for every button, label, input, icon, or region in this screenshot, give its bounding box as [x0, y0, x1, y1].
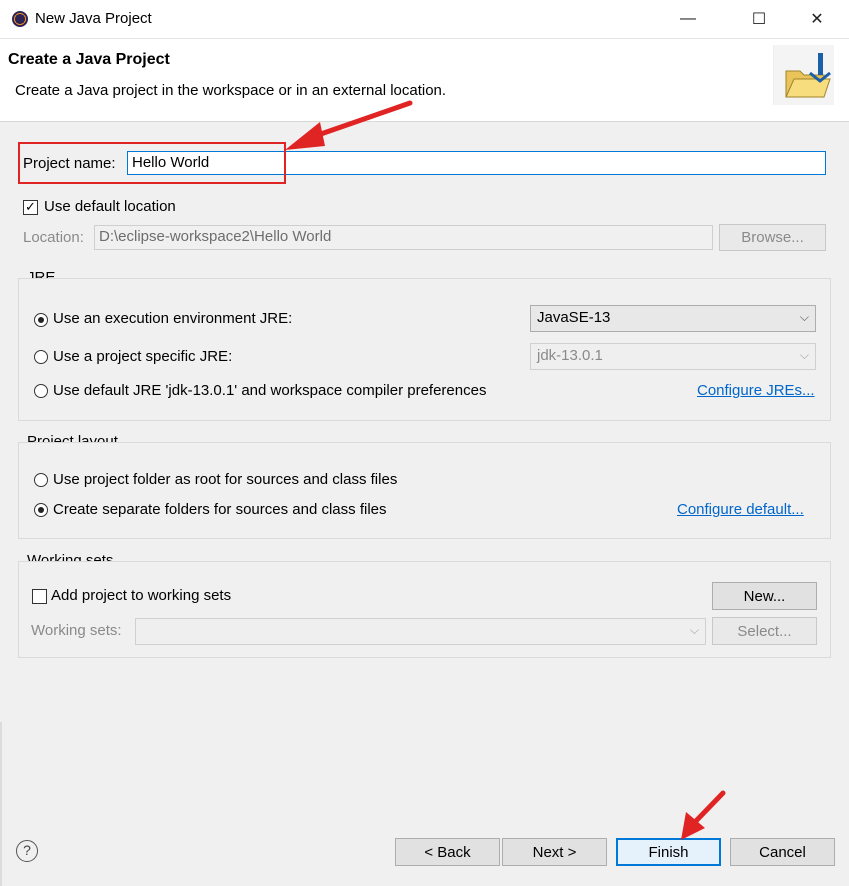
annotation-arrows — [285, 100, 726, 840]
arrow-to-project-name — [285, 100, 413, 150]
arrow-to-finish — [681, 790, 726, 840]
